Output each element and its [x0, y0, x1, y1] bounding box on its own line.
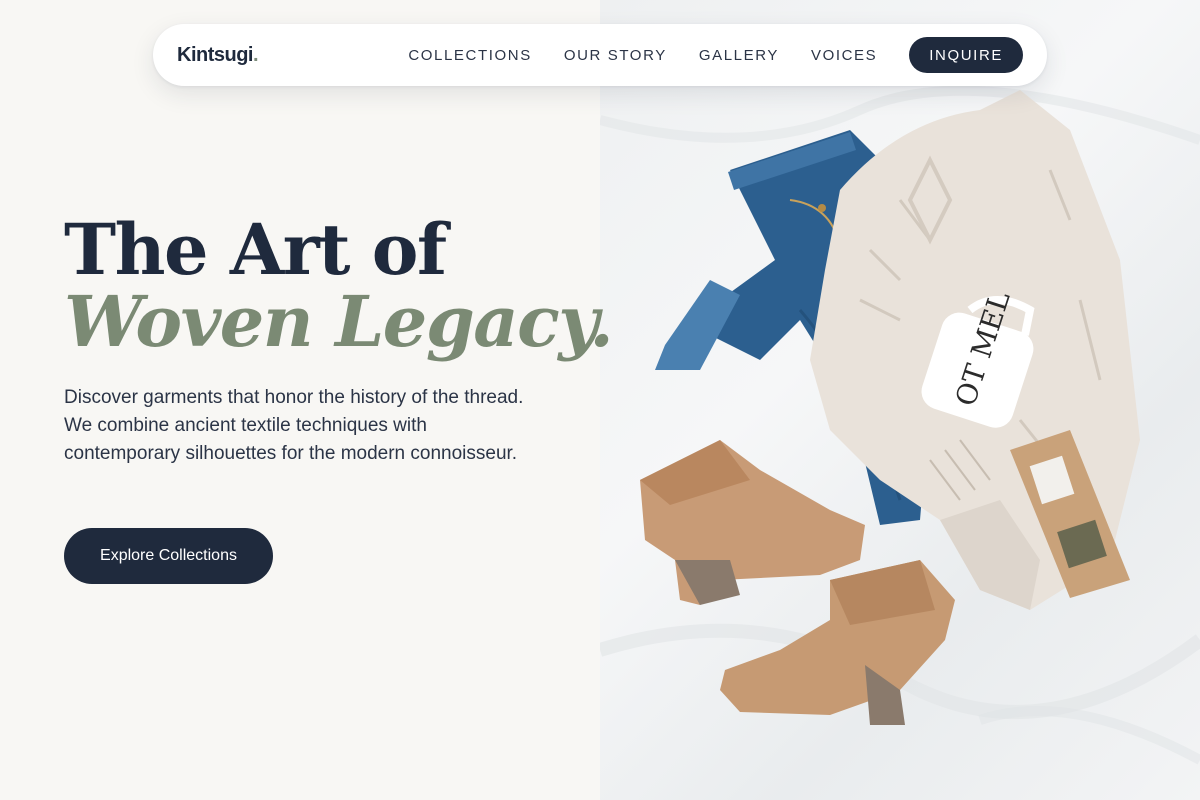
flatlay-photo: OT MEL: [600, 85, 1200, 765]
brand-dot: .: [253, 43, 259, 66]
nav-links: COLLECTIONS OUR STORY GALLERY VOICES INQ…: [408, 37, 1023, 73]
nav-link-voices[interactable]: VOICES: [811, 47, 877, 64]
nav-link-gallery[interactable]: GALLERY: [699, 47, 779, 64]
top-navbar: Kintsugi. COLLECTIONS OUR STORY GALLERY …: [153, 24, 1047, 86]
hero-description: Discover garments that honor the history…: [64, 387, 524, 464]
hero-image-panel: OT MEL: [600, 0, 1200, 800]
explore-collections-button[interactable]: Explore Collections: [64, 528, 273, 584]
hero-title-line1: The Art of: [64, 208, 447, 291]
brand-logo[interactable]: Kintsugi.: [177, 43, 259, 67]
hero-title-line2: Woven Legacy.: [64, 280, 614, 363]
nav-link-our-story[interactable]: OUR STORY: [564, 47, 667, 64]
boot-lower: [720, 560, 955, 725]
brand-name: Kintsugi: [177, 43, 254, 66]
hero-title: The Art of Woven Legacy.: [64, 214, 614, 363]
inquire-button[interactable]: INQUIRE: [909, 37, 1023, 73]
nav-link-collections[interactable]: COLLECTIONS: [408, 47, 531, 64]
